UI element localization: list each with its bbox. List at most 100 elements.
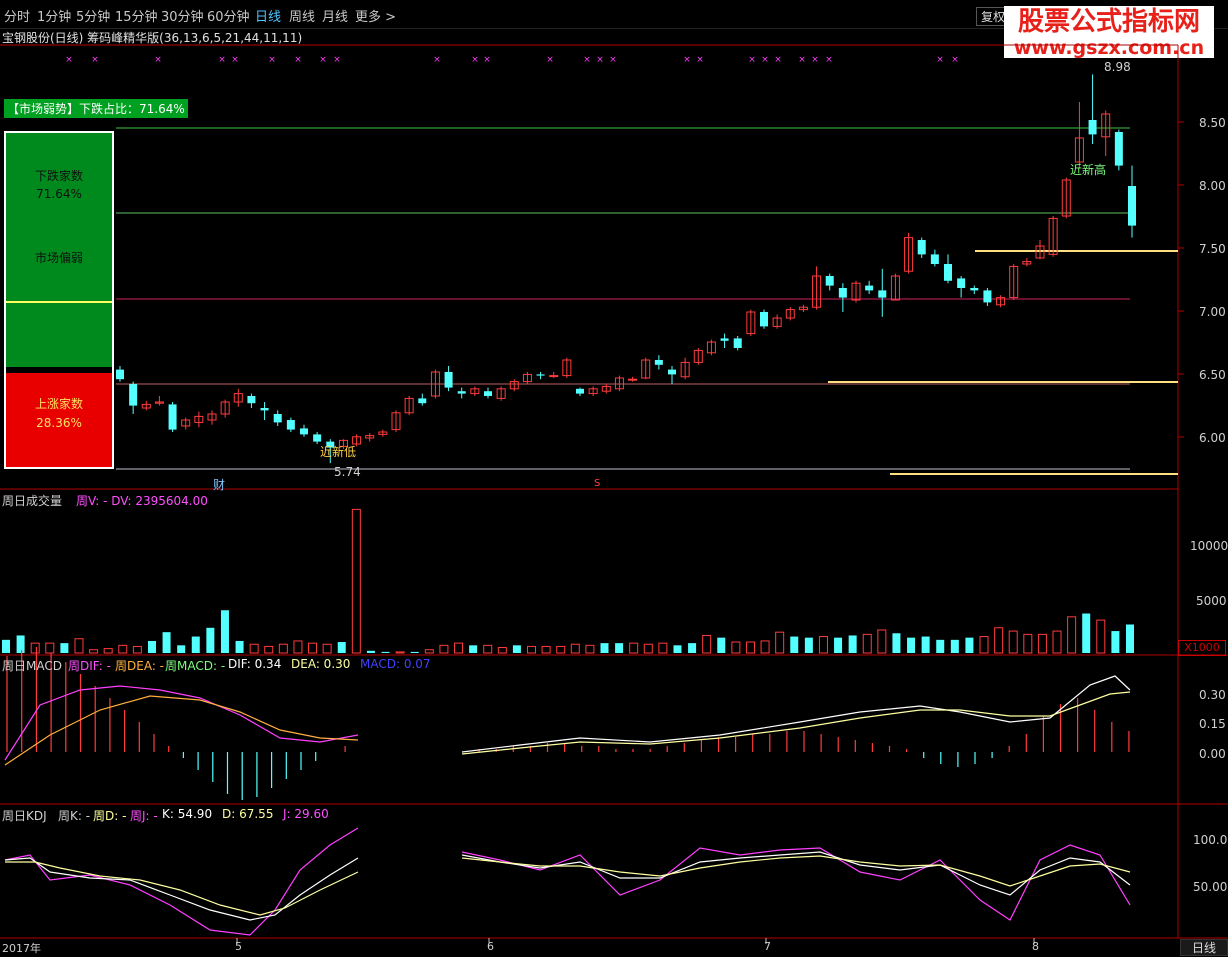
macd-tick-000: 0.00 (1199, 747, 1226, 761)
signal-marker: × (951, 55, 959, 65)
volume-bar (439, 644, 449, 654)
signal-marker: × (596, 55, 604, 65)
price-tick-700: 7.00 (1199, 305, 1226, 319)
volume-bar (264, 645, 274, 654)
low-price-label: 5.74 (334, 465, 361, 479)
volume-bar (950, 639, 959, 653)
volume-bar (541, 645, 551, 654)
volume-bar (629, 642, 639, 654)
volume-bar (994, 627, 1004, 654)
kdj-d-label: 周D: - (93, 809, 127, 823)
signal-marker: × (471, 55, 479, 65)
candle-body (300, 428, 308, 435)
volume-bar (1111, 631, 1120, 653)
candle-body (457, 391, 466, 394)
signal-marker: × (319, 55, 327, 65)
volume-bar (351, 508, 361, 654)
kdj-k-line (461, 851, 1131, 896)
price-tick-800: 8.00 (1199, 179, 1226, 193)
volume-bar (1023, 633, 1033, 654)
time-tick-aug: 8 (1032, 940, 1039, 953)
kdj-tick-100: 100.0 (1193, 833, 1228, 847)
macd-macd-label: 周MACD: - (165, 659, 226, 673)
signal-marker: × (231, 55, 239, 65)
candle-body (760, 312, 768, 327)
signal-marker: × (433, 55, 441, 65)
volume-bar (206, 627, 215, 653)
volume-bar (1096, 619, 1106, 654)
volume-bar (1052, 630, 1062, 654)
volume-bar (410, 651, 419, 653)
signal-marker: × (683, 55, 691, 65)
volume-bar (979, 636, 989, 654)
finance-marker[interactable]: 财 (213, 476, 225, 493)
signal-marker: × (798, 55, 806, 65)
macd-dea-line (4, 695, 359, 766)
macd-dif-label: 周DIF: - (68, 659, 111, 673)
candle-body (917, 240, 926, 255)
period-button[interactable]: 日线 (1180, 939, 1228, 956)
signal-marker: × (609, 55, 617, 65)
macd-tick-015: 0.15 (1199, 717, 1226, 731)
candle-body (536, 374, 545, 376)
candle-body (116, 369, 124, 380)
volume-bar (892, 633, 901, 653)
kdj-k-value: K: 54.90 (162, 807, 213, 821)
kdj-d-value: D: 67.55 (222, 807, 274, 821)
volume-bar (132, 645, 142, 654)
volume-bar (74, 638, 84, 654)
volume-bar (804, 637, 813, 653)
candle-body (957, 278, 966, 288)
candle-body (129, 384, 138, 406)
volume-bar (965, 637, 974, 653)
macd-dif-line (461, 675, 1131, 753)
candle-body (1114, 132, 1123, 166)
signal-marker: × (546, 55, 554, 65)
kdj-j-value: J: 29.60 (283, 807, 329, 821)
volume-bar (790, 636, 799, 653)
price-tick-750: 7.50 (1199, 242, 1226, 256)
candle-body (944, 264, 952, 281)
market-breadth-box: 下跌家数 71.64% 市场偏弱 上涨家数 28.36% (4, 131, 114, 469)
candle-body (878, 290, 887, 298)
price-tick-650: 6.50 (1199, 368, 1226, 382)
price-tick-850: 8.50 (1199, 116, 1226, 130)
market-status-header: 【市场弱势】下跌占比：71.64% (4, 99, 188, 118)
signal-marker: × (774, 55, 782, 65)
candle-body (1088, 120, 1097, 135)
volume-bar (381, 651, 390, 653)
signal-marker: × (218, 55, 226, 65)
volume-bar (191, 636, 200, 653)
candle-body (286, 420, 295, 430)
volume-bar (30, 642, 40, 654)
volume-tick-5000: 5000 (1196, 594, 1227, 608)
volume-bar (103, 648, 113, 654)
candle-body (1128, 186, 1136, 226)
volume-bar (1037, 633, 1047, 654)
new-low-label: 近新低 (320, 445, 357, 459)
volume-bar (424, 649, 434, 654)
signal-marker: × (696, 55, 704, 65)
high-price-label: 8.98 (1104, 60, 1131, 74)
macd-dea-label: 周DEA: - (115, 659, 165, 673)
signal-marker: × (65, 55, 73, 65)
candle-body (720, 338, 729, 341)
candle-body (825, 276, 834, 286)
kdj-panel-title: 周日KDJ (2, 809, 47, 823)
volume-bar (512, 645, 521, 653)
volume-panel-title: 周日成交量 (2, 494, 63, 508)
volume-bar (395, 651, 405, 654)
time-tick-jul: 7 (764, 940, 771, 953)
volume-bar (293, 640, 303, 654)
signal-marker: × (483, 55, 491, 65)
candle-body (168, 404, 177, 430)
candle-body (549, 375, 559, 378)
volume-bar (673, 645, 682, 653)
volume-bar (60, 643, 69, 653)
volume-bar (16, 635, 25, 653)
candle-body (247, 396, 256, 404)
volume-bar (731, 641, 741, 654)
volume-bar (862, 633, 872, 654)
volume-bar (615, 643, 624, 653)
volume-bar (2, 639, 10, 653)
